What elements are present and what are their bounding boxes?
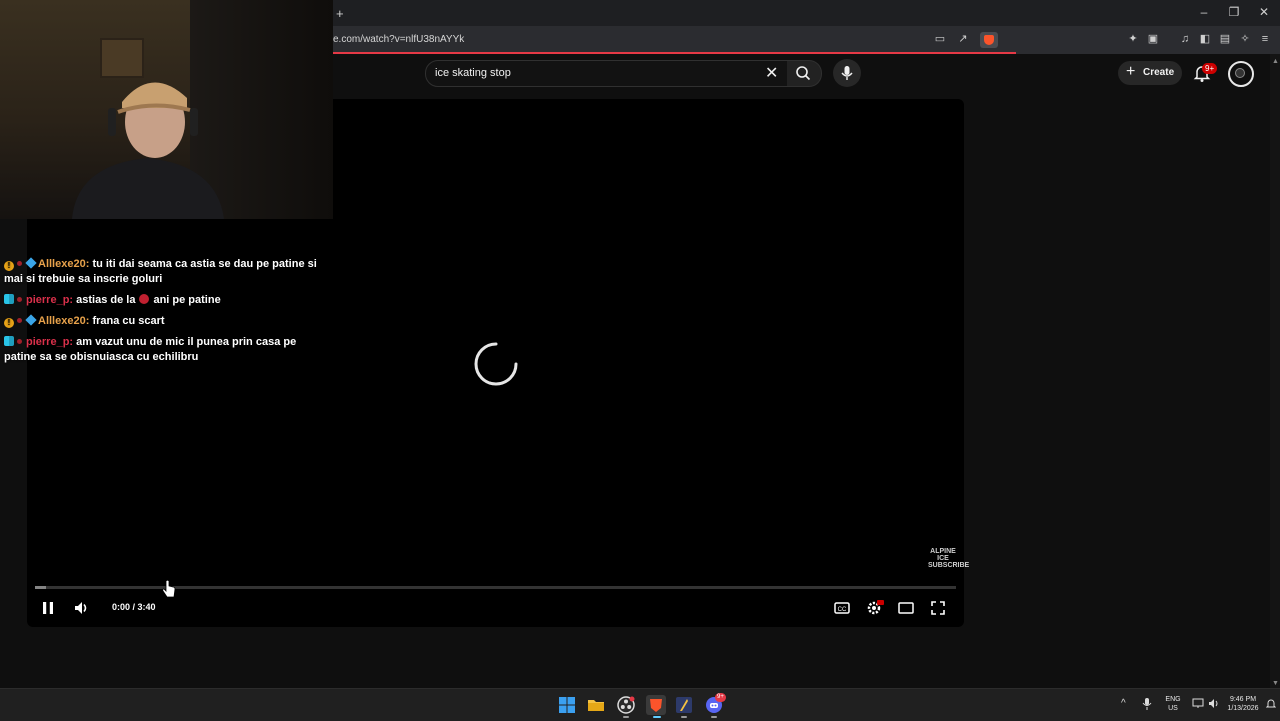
svg-text:CC: CC: [838, 607, 847, 613]
language-indicator[interactable]: ENG US: [1162, 695, 1184, 713]
chat-username: pierre_p:: [26, 294, 74, 306]
show-hidden-icons-chevron-icon[interactable]: ^: [1121, 698, 1126, 709]
close-window-button[interactable]: ✕: [1257, 5, 1271, 19]
subscriber-badge-icon: !: [4, 261, 14, 271]
chat-overlay: ! Alllexe20: tu iti dai seama ca astia se…: [4, 257, 326, 371]
search-input[interactable]: ice skating stop ✕: [425, 60, 789, 87]
cube-badge-icon: [25, 257, 37, 269]
extensions-icon[interactable]: ✦: [1127, 33, 1139, 45]
app-shortcut-icon[interactable]: [675, 696, 693, 714]
chat-text: astias de la: [76, 294, 136, 306]
fullscreen-icon[interactable]: [928, 598, 948, 618]
windows-taskbar: [0, 688, 1280, 721]
captions-icon[interactable]: CC: [832, 598, 852, 618]
channel-watermark[interactable]: ALPINE ICE SUBSCRIBE: [928, 548, 969, 572]
volume-icon[interactable]: [72, 598, 92, 618]
tab-search-icon[interactable]: ▣: [1147, 33, 1159, 45]
keyboard-region: US: [1168, 705, 1178, 712]
menu-icon[interactable]: ≡: [1259, 33, 1271, 45]
subscriber-badge-icon: !: [4, 318, 14, 328]
obs-studio-icon[interactable]: [617, 696, 635, 714]
url-text[interactable]: e.com/watch?v=nlfU38nAYYk: [333, 34, 464, 45]
brave-active-indicator: [653, 716, 661, 718]
chat-text: frana cu scart: [92, 315, 165, 327]
obs-running-indicator: [623, 716, 629, 718]
badge-dot-icon: [17, 297, 22, 302]
cube-badge-icon: [25, 314, 37, 326]
badge-dot-icon: [17, 318, 22, 323]
microphone-icon: [841, 66, 853, 80]
notification-center-icon[interactable]: [1266, 698, 1276, 710]
chat-username: Alllexe20:: [38, 315, 90, 327]
scroll-down-arrow-icon[interactable]: ▼: [1272, 680, 1279, 687]
chat-message: pierre_p: astias de la ani pe patine: [4, 293, 326, 308]
cast-icon[interactable]: ▭: [934, 33, 946, 45]
badge-dot-icon: [17, 339, 22, 344]
discord-badge: 9+: [715, 693, 726, 702]
search-icon: [796, 66, 811, 81]
badge-dot-icon: [17, 261, 22, 266]
chat-username: pierre_p:: [26, 336, 74, 348]
windows-start-icon[interactable]: [558, 696, 576, 714]
scroll-up-arrow-icon[interactable]: ▲: [1272, 58, 1279, 65]
chat-message: pierre_p: am vazut unu de mic il punea p…: [4, 335, 326, 365]
pause-icon[interactable]: [38, 598, 58, 618]
streamer-figure: [72, 82, 224, 219]
chat-message: ! Alllexe20: frana cu scart: [4, 314, 326, 329]
sidebar-icon[interactable]: ◧: [1199, 33, 1211, 45]
clock[interactable]: 9:46 PM 1/13/2026: [1226, 695, 1260, 713]
loading-spinner-icon: [474, 342, 518, 386]
wallet-icon[interactable]: ▤: [1219, 33, 1231, 45]
emote-icon: [139, 294, 150, 304]
plus-icon: +: [1126, 63, 1136, 80]
speaker-icon[interactable]: [1208, 698, 1220, 709]
time-display: 0:00 / 3:40: [112, 602, 156, 612]
theater-mode-icon[interactable]: [896, 598, 916, 618]
account-avatar[interactable]: [1228, 61, 1254, 87]
settings-gear-icon[interactable]: [864, 598, 884, 618]
media-icon[interactable]: ♫: [1179, 33, 1191, 45]
new-tab-button[interactable]: +: [336, 6, 344, 21]
chat-username: Alllexe20:: [38, 258, 90, 270]
create-label: Create: [1143, 67, 1175, 78]
app-running-indicator: [681, 716, 687, 718]
chat-text: ani pe patine: [153, 294, 221, 306]
tile-badge-icon: [4, 336, 14, 346]
brave-shields-icon[interactable]: [980, 32, 998, 48]
voice-search-button[interactable]: [833, 59, 861, 87]
webcam-overlay: [0, 0, 333, 219]
leo-ai-icon[interactable]: ✧: [1239, 33, 1251, 45]
minimize-button[interactable]: –: [1197, 5, 1211, 19]
network-icon[interactable]: [1192, 698, 1204, 709]
discord-running-indicator: [711, 716, 717, 718]
clear-search-icon[interactable]: ✕: [765, 63, 778, 83]
clock-date: 1/13/2026: [1227, 705, 1259, 712]
restore-button[interactable]: ❐: [1227, 5, 1241, 19]
create-button[interactable]: + Create: [1118, 61, 1182, 85]
language-code: ENG: [1165, 696, 1181, 703]
page-scrollbar[interactable]: [1270, 54, 1280, 688]
file-explorer-icon[interactable]: [587, 696, 605, 714]
chat-message: ! Alllexe20: tu iti dai seama ca astia se…: [4, 257, 326, 287]
clock-time: 9:46 PM: [1229, 696, 1257, 703]
tray-microphone-icon[interactable]: [1142, 697, 1152, 711]
mouse-cursor-icon: [162, 580, 176, 598]
brave-browser-icon[interactable]: [646, 695, 666, 715]
progress-buffered: [35, 586, 47, 589]
share-icon[interactable]: ↗: [957, 33, 969, 45]
search-button[interactable]: [787, 60, 822, 87]
tile-badge-icon: [4, 294, 14, 304]
search-query[interactable]: ice skating stop: [435, 67, 511, 79]
notification-count-badge: 9+: [1202, 63, 1218, 74]
